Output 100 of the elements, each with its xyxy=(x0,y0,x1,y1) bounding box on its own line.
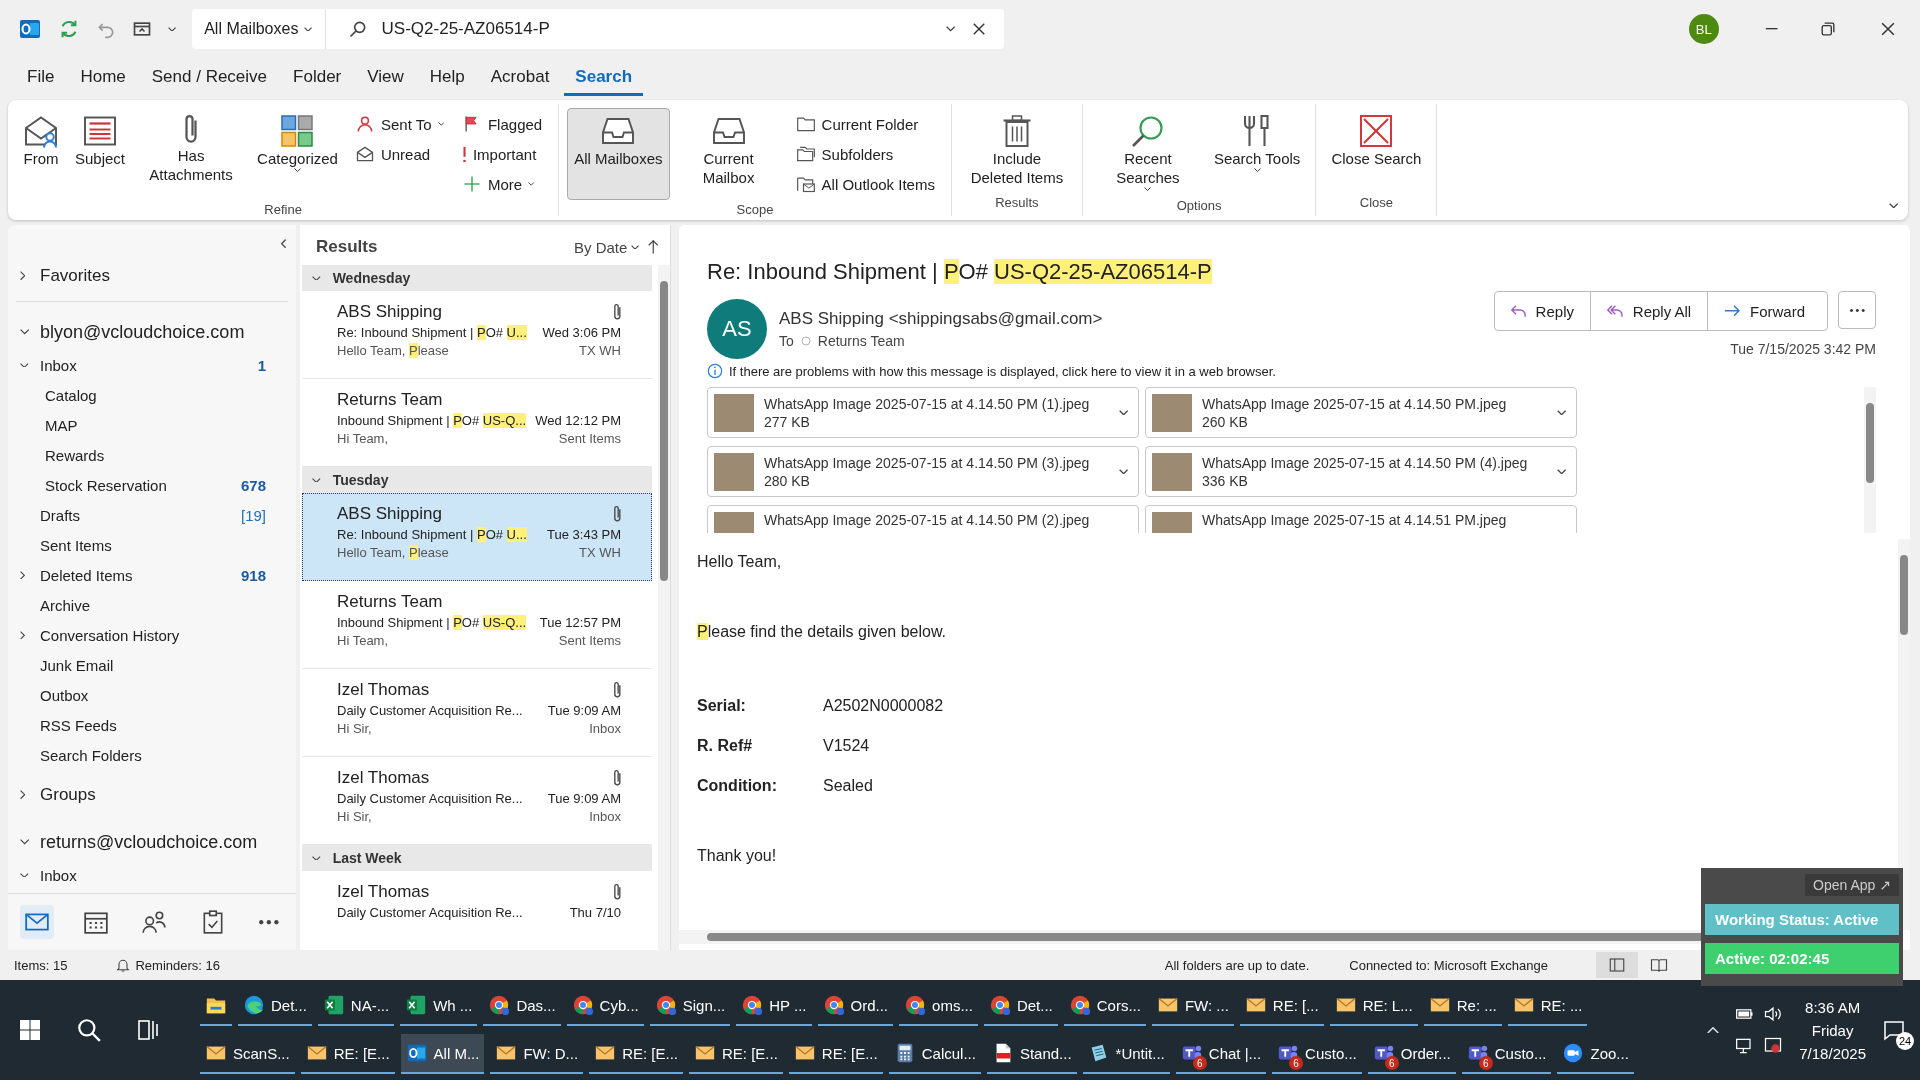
folder-item[interactable]: Sent Items xyxy=(8,530,296,560)
ribbon-tab[interactable]: Folder xyxy=(282,60,353,96)
taskbar-button[interactable]: Det... xyxy=(238,986,312,1026)
ribbon-button[interactable]: Current Folder xyxy=(791,110,939,138)
taskbar-button[interactable]: RE: ... xyxy=(1507,986,1588,1026)
ribbon-button[interactable]: Subject xyxy=(68,108,133,200)
ribbon-button[interactable]: Search Tools xyxy=(1206,108,1308,196)
message-item[interactable]: Izel Thomas Daily Customer Acquisition Re... Thu 7/10 xyxy=(302,871,652,950)
folder-item[interactable]: Inbox 1 xyxy=(8,350,296,380)
caret-icon[interactable] xyxy=(1888,202,1898,208)
search-field[interactable]: US-Q2-25-AZ06514-P xyxy=(381,14,933,44)
action-button[interactable]: Forward xyxy=(1708,292,1827,330)
caret-icon[interactable] xyxy=(1556,409,1566,416)
ribbon-button[interactable]: From xyxy=(16,108,66,200)
clock-day[interactable]: Friday xyxy=(1811,1021,1854,1039)
taskbar-button[interactable]: ScanS... xyxy=(200,1034,295,1074)
taskbar-button[interactable]: Calcul... xyxy=(888,1034,981,1074)
sort-dropdown[interactable]: By Date xyxy=(574,238,640,256)
user-avatar[interactable]: BL xyxy=(1688,14,1719,44)
group-header[interactable]: Last Week xyxy=(302,845,652,871)
caret-icon[interactable] xyxy=(946,26,956,32)
clock-date[interactable]: 7/18/2025 xyxy=(1799,1044,1866,1062)
taskbar-button[interactable]: 6 Order... xyxy=(1367,1034,1456,1074)
taskbar-button[interactable]: Das... xyxy=(483,986,561,1026)
taskbar-button[interactable]: Cyb... xyxy=(566,986,644,1026)
taskbar-button[interactable]: All M... xyxy=(400,1034,485,1074)
folder-item[interactable]: Drafts [19] xyxy=(8,500,296,530)
taskbar-button[interactable]: Cors... xyxy=(1063,986,1146,1026)
taskbar-button[interactable]: 6 Custo... xyxy=(1461,1034,1552,1074)
taskbar-button[interactable]: Wh ... xyxy=(400,986,478,1026)
taskbar-button[interactable]: oms... xyxy=(899,986,978,1026)
folder-item[interactable]: Stock Reservation 678 xyxy=(8,470,296,500)
search-icon[interactable] xyxy=(76,1017,102,1043)
caret-icon[interactable] xyxy=(1118,468,1128,475)
volume-icon[interactable] xyxy=(1763,1004,1784,1024)
taskbar-button[interactable]: RE: [... xyxy=(1239,986,1324,1026)
ribbon-button[interactable]: More xyxy=(457,170,547,198)
scope-dropdown[interactable]: All Mailboxes xyxy=(192,9,326,49)
caret-icon[interactable] xyxy=(168,26,177,32)
taskbar-button[interactable]: Det... xyxy=(983,986,1058,1026)
attachment-card[interactable]: WhatsApp Image 2025-07-15 at 4.14.50 PM (1).jpeg 277 KB xyxy=(707,387,1139,438)
message-item[interactable]: Returns Team Inbound Shipment | PO# US-Q... Tue 12:57 PM Hi Team, Sent Items xyxy=(302,581,652,669)
folder-item[interactable]: Rewards xyxy=(8,440,296,470)
scrollbar[interactable] xyxy=(1898,539,1910,930)
scrollbar[interactable] xyxy=(1864,387,1876,533)
sort-arrow-icon[interactable] xyxy=(647,239,658,255)
ribbon-button[interactable]: Include Deleted Items xyxy=(959,108,1074,193)
ribbon-button[interactable]: Subfolders xyxy=(791,140,939,168)
folder-item[interactable]: Deleted Items 918 xyxy=(8,560,296,590)
clock-time[interactable]: 8:36 AM xyxy=(1805,998,1861,1016)
taskbar-button[interactable]: FW: ... xyxy=(1151,986,1234,1026)
folder-item[interactable]: Inbox xyxy=(8,860,296,890)
chevron-up-icon[interactable] xyxy=(1707,1026,1720,1034)
info-message[interactable]: If there are problems with how this message is displayed, click here to view it in a web browser. xyxy=(729,363,1276,379)
ribbon-button[interactable]: Categorized xyxy=(250,108,345,200)
reading-view-icon[interactable] xyxy=(1650,956,1668,974)
attachment-card[interactable]: WhatsApp Image 2025-07-15 at 4.14.50 PM (4).jpeg 336 KB xyxy=(1145,446,1577,497)
ribbon-tab[interactable]: Acrobat xyxy=(479,60,561,96)
ribbon-button[interactable]: Current Mailbox xyxy=(671,108,786,200)
taskbar-button[interactable]: FW: D... xyxy=(490,1034,584,1074)
folder-item[interactable]: Catalog xyxy=(8,380,296,410)
ribbon-tab[interactable]: Home xyxy=(69,60,137,96)
window-icon[interactable] xyxy=(132,19,152,39)
action-button[interactable]: Reply xyxy=(1494,292,1591,330)
favorites-header[interactable]: Favorites xyxy=(8,259,296,293)
taskbar-button[interactable]: RE: [E... xyxy=(788,1034,883,1074)
account-header[interactable]: returns@vcloudchoice.com xyxy=(8,824,296,860)
taskbar-button[interactable]: RE: [E... xyxy=(300,1034,395,1074)
message-item[interactable]: ABS Shipping Re: Inbound Shipment | PO# U... Tue 3:43 PM Hello Team, Please TX WH xyxy=(302,493,652,581)
group-header[interactable]: Tuesday xyxy=(302,467,652,493)
taskbar-button[interactable]: Ord... xyxy=(817,986,894,1026)
normal-view-icon[interactable] xyxy=(1608,956,1626,974)
ribbon-button[interactable]: Unread xyxy=(350,140,448,168)
collapse-icon[interactable] xyxy=(280,239,286,249)
message-item[interactable]: ABS Shipping Re: Inbound Shipment | PO# U... Wed 3:06 PM Hello Team, Please TX WH xyxy=(302,291,652,379)
ribbon-button[interactable]: Flagged xyxy=(457,110,547,138)
attachment-card[interactable]: WhatsApp Image 2025-07-15 at 4.14.50 PM.jpeg 260 KB xyxy=(1145,387,1577,438)
open-app-link[interactable]: Open App ↗ xyxy=(1805,874,1899,896)
taskbar-button[interactable]: RE: [E... xyxy=(689,1034,783,1074)
taskbar-button[interactable]: Re: ... xyxy=(1423,986,1502,1026)
account-header[interactable]: blyon@vcloudchoice.com xyxy=(8,314,296,350)
minimize-icon[interactable] xyxy=(1764,27,1778,31)
taskbar-button[interactable]: Stand... xyxy=(986,1034,1077,1074)
ribbon-tab[interactable]: Search xyxy=(564,60,644,96)
taskbar-button[interactable]: 6 Custo... xyxy=(1272,1034,1362,1074)
search-box[interactable]: US-Q2-25-AZ06514-P xyxy=(325,9,1004,49)
message-item[interactable]: Izel Thomas Daily Customer Acquisition Re... Tue 9:09 AM Hi Sir, Inbox xyxy=(302,669,652,757)
reminders-count[interactable]: Reminders: 16 xyxy=(135,957,220,973)
folder-item[interactable]: Junk Email xyxy=(8,650,296,680)
taskbar-button[interactable]: NA-... xyxy=(317,986,395,1026)
ribbon-button[interactable]: Important xyxy=(457,140,547,168)
mail-button[interactable] xyxy=(20,905,55,939)
folder-item[interactable]: Conversation History xyxy=(8,620,296,650)
ribbon-button[interactable]: Recent Searches xyxy=(1090,108,1205,196)
folder-item[interactable]: Outbox xyxy=(8,680,296,710)
folder-item[interactable]: Archive xyxy=(8,590,296,620)
ribbon-button[interactable]: All Mailboxes xyxy=(567,108,670,200)
ribbon-tab[interactable]: File xyxy=(16,60,66,96)
taskbar-button[interactable]: HP ... xyxy=(736,986,812,1026)
caret-icon[interactable] xyxy=(1556,468,1566,475)
